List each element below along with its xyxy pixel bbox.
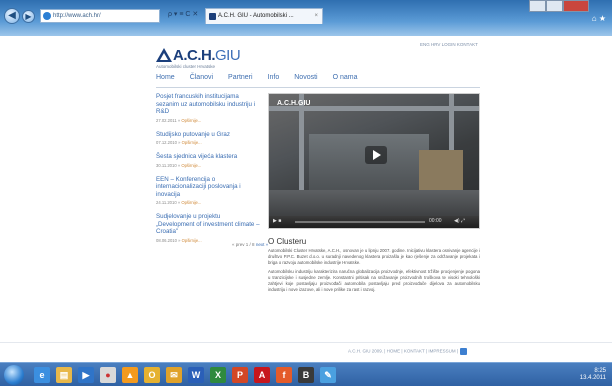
media-player-icon[interactable]: ▶ <box>78 367 94 383</box>
menu-item-home[interactable]: Home <box>156 74 175 81</box>
video-overlay-logo: A.C.H.GIU <box>277 100 311 107</box>
video-time: 00:00 <box>429 218 442 224</box>
news-pager: « prev 1 / 8 next » <box>232 242 268 247</box>
address-bar[interactable]: http://www.ach.hr/ <box>40 9 160 23</box>
news-more-link[interactable]: Opširnije... <box>181 163 201 168</box>
menu-item-clanovi[interactable]: Članovi <box>190 74 213 81</box>
pager-prev[interactable]: « prev <box>232 242 245 247</box>
news-item: Sudjelovanje u projektu „Development of … <box>156 213 260 243</box>
news-date: 24.11.2010 <box>156 200 177 205</box>
logo-triangle-icon <box>156 48 172 62</box>
play-pause-icon[interactable]: ▶ ■ <box>273 218 281 224</box>
logo-text: A.C.H.GIU <box>173 47 241 64</box>
news-item: Posjet francuskih institucijama sezanim … <box>156 93 260 123</box>
tab-title: A.C.H. GIU - Automobilski ... <box>218 13 294 19</box>
menu-item-partneri[interactable]: Partneri <box>228 74 253 81</box>
about-paragraph: Automobilski Cluster Hrvatske, A.C.H., o… <box>268 248 480 265</box>
footer-links[interactable]: A.C.H. GIU 2009. | HOME | KONTAKT | IMPR… <box>348 348 468 355</box>
tab-close-icon[interactable]: × <box>314 9 318 24</box>
about-title: O Clusteru <box>268 237 307 246</box>
browser-tab[interactable]: A.C.H. GIU - Automobilski ... × <box>205 8 323 24</box>
news-date: 27.02.2011 <box>156 117 177 123</box>
tab-favicon-icon <box>209 13 216 20</box>
paint-icon[interactable]: ✎ <box>320 367 336 383</box>
browser-toolbar: ◀ ▶ http://www.ach.hr/ ρ ▾ ≡ C ✕ A.C.H. … <box>0 0 612 36</box>
acrobat-icon[interactable]: A <box>254 367 270 383</box>
footer-text[interactable]: A.C.H. GIU 2009. | HOME | KONTAKT | IMPR… <box>348 349 458 354</box>
system-tray[interactable]: 8:25 13.4.2011 <box>580 368 606 382</box>
windows-taskbar: e ▤ ▶ ● ▲ O ✉ W X P A f B ✎ 8:25 13.4.20… <box>0 362 612 386</box>
ie-icon[interactable]: e <box>34 367 50 383</box>
news-meta: 27.02.2011 » Opširnije... <box>156 117 202 123</box>
news-more-link[interactable]: Opširnije... <box>182 238 202 243</box>
play-icon[interactable] <box>365 146 387 164</box>
address-tools-icon[interactable]: ρ ▾ ≡ C ✕ <box>168 10 198 18</box>
main-menu: Home Članovi Partneri Info Novosti O nam… <box>156 74 358 81</box>
menu-divider <box>156 87 480 88</box>
news-meta: 07.12.2010 » Opširnije... <box>156 140 202 145</box>
news-meta: 30.11.2010 » Opširnije... <box>156 162 202 168</box>
logo-main: A.C.H. <box>173 47 216 64</box>
news-title-link[interactable]: Sudjelovanje u projektu „Development of … <box>156 213 260 236</box>
top-links[interactable]: ENG HRV LOGIN KONTAKT <box>420 42 478 47</box>
news-more-link[interactable]: Opširnije... <box>181 200 201 205</box>
menu-item-info[interactable]: Info <box>268 74 280 81</box>
outlook-icon[interactable]: O <box>144 367 160 383</box>
news-title-link[interactable]: Šesta sjednica vijeća klastera <box>156 153 260 161</box>
word-icon[interactable]: W <box>188 367 204 383</box>
logo-tagline: Automobilski cluster Hrvatske <box>156 64 216 69</box>
about-paragraph: Automobilsku industriju karakterizira na… <box>268 269 480 292</box>
news-title-link[interactable]: Posjet francuskih institucijama sezanim … <box>156 93 260 116</box>
news-meta: 24.11.2010 » Opširnije... <box>156 200 202 205</box>
pager-next[interactable]: next » <box>256 242 268 247</box>
forward-button-icon[interactable]: ▶ <box>22 10 35 23</box>
footer-divider <box>0 342 612 343</box>
address-text: http://www.ach.hr/ <box>53 13 101 19</box>
office-icon[interactable]: ✉ <box>166 367 182 383</box>
news-item: Studijsko putovanje u Graz 07.12.2010 » … <box>156 131 260 146</box>
news-date: 30.11.2010 <box>156 162 177 168</box>
news-more-link[interactable]: Opširnije... <box>182 140 202 145</box>
news-date: 07.12.2010 <box>156 140 177 145</box>
pager-page: 1 / 8 <box>245 242 255 247</box>
vlc-icon[interactable]: ▲ <box>122 367 138 383</box>
news-item: Šesta sjednica vijeća klastera 30.11.201… <box>156 153 260 168</box>
maximize-button[interactable] <box>546 0 563 12</box>
news-title-link[interactable]: EEN – Konferencija o internacionalizacij… <box>156 176 260 199</box>
start-button[interactable] <box>4 365 24 385</box>
about-text: Automobilski Cluster Hrvatske, A.C.H., o… <box>268 248 480 296</box>
back-button-icon[interactable]: ◀ <box>4 8 20 24</box>
home-star-gear-icon[interactable]: ⌂ ★ <box>592 14 606 23</box>
powerpoint-icon[interactable]: P <box>232 367 248 383</box>
video-player[interactable]: A.C.H.GIU ▶ ■ 00:00 ◀) ⤢ <box>268 93 480 229</box>
tray-time: 8:25 <box>594 368 606 374</box>
tray-date: 13.4.2011 <box>579 375 606 381</box>
web-page: A.C.H.GIU Automobilski cluster Hrvatske … <box>0 36 612 362</box>
bb-icon[interactable]: B <box>298 367 314 383</box>
close-window-button[interactable] <box>563 0 589 12</box>
site-favicon-icon <box>43 12 51 20</box>
rss-icon[interactable] <box>460 348 468 355</box>
seek-bar[interactable] <box>295 221 425 223</box>
news-date: 08.06.2010 <box>156 237 177 243</box>
volume-fullscreen-icon[interactable]: ◀) ⤢ <box>454 218 465 224</box>
firefox-icon[interactable]: f <box>276 367 292 383</box>
video-controls: ▶ ■ 00:00 ◀) ⤢ <box>269 216 479 228</box>
menu-item-novosti[interactable]: Novosti <box>294 74 317 81</box>
chrome-icon[interactable]: ● <box>100 367 116 383</box>
news-item: EEN – Konferencija o internacionalizacij… <box>156 176 260 206</box>
news-title-link[interactable]: Studijsko putovanje u Graz <box>156 131 260 139</box>
minimize-button[interactable] <box>529 0 546 12</box>
news-more-link[interactable]: Opširnije... <box>181 118 201 123</box>
excel-icon[interactable]: X <box>210 367 226 383</box>
explorer-icon[interactable]: ▤ <box>56 367 72 383</box>
news-list: Posjet francuskih institucijama sezanim … <box>156 93 260 251</box>
logo-suffix: GIU <box>215 47 241 64</box>
menu-item-o-nama[interactable]: O nama <box>333 74 358 81</box>
